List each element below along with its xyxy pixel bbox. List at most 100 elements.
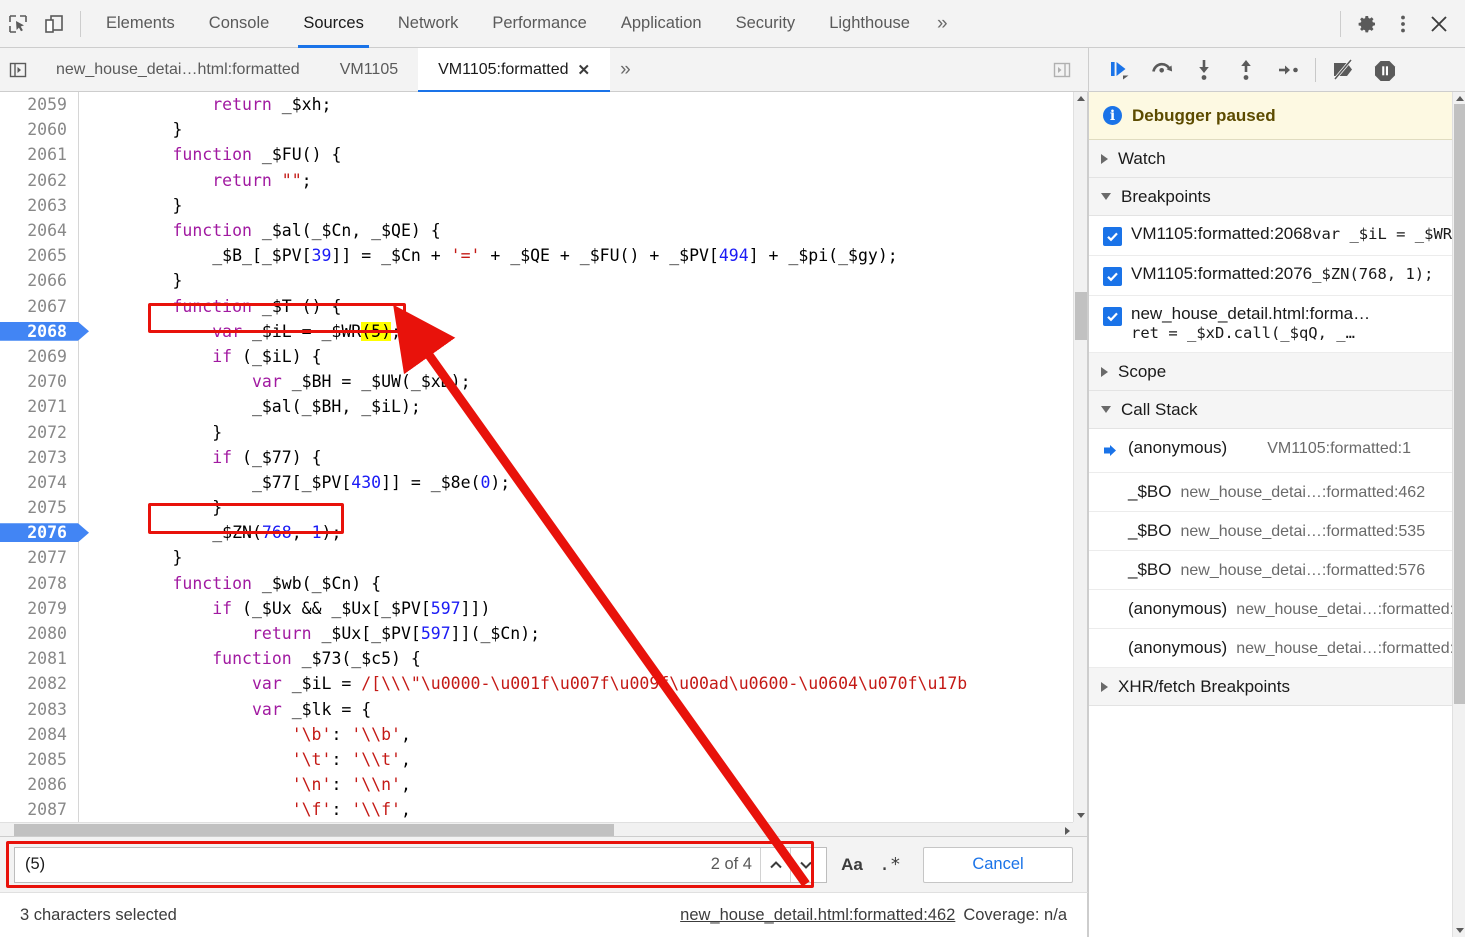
tab-application[interactable]: Application (604, 0, 719, 48)
tab-sources[interactable]: Sources (286, 0, 381, 48)
file-tab-new-house-detail[interactable]: new_house_detai…html:formatted (36, 48, 320, 92)
code-line-text[interactable]: if (_$77) { (79, 448, 321, 467)
code-line[interactable]: 2076 _$ZN(768, 1); (0, 520, 1073, 546)
step-over-icon[interactable] (1147, 55, 1177, 85)
breakpoint-location[interactable]: VM1105:formatted:2076 (1131, 264, 1312, 283)
code-line-text[interactable]: return ""; (79, 171, 311, 190)
line-number[interactable]: 2062 (0, 171, 78, 190)
line-number[interactable]: 2086 (0, 775, 78, 794)
code-line[interactable]: 2068 var _$iL = _$WR(5); (0, 318, 1073, 344)
code-line-text[interactable]: function _$T () { (79, 297, 341, 316)
tab-security[interactable]: Security (719, 0, 813, 48)
search-input[interactable] (25, 855, 711, 874)
code-lines-container[interactable]: 2059 return _$xh; 2060 } 2061 function _$F… (0, 92, 1073, 822)
code-line-text[interactable]: var _$iL = _$WR(5); (79, 321, 401, 341)
code-line[interactable]: 2078 function _$wb(_$Cn) { (0, 570, 1073, 596)
line-number[interactable]: 2065 (0, 246, 78, 265)
code-line[interactable]: 2059 return _$xh; (0, 92, 1073, 118)
sidebar-vscroll-thumb[interactable] (1454, 104, 1465, 704)
breakpoint-item[interactable]: VM1105:formatted:2076_$ZN(768, 1); (1089, 256, 1452, 296)
breakpoint-item[interactable]: VM1105:formatted:2068var _$iL = _$WR(5); (1089, 216, 1452, 256)
call-stack-location[interactable]: VM1105:formatted:1 (1227, 440, 1411, 457)
deactivate-breakpoints-icon[interactable] (1328, 55, 1358, 85)
code-line[interactable]: 2064 function _$al(_$Cn, _$QE) { (0, 217, 1073, 244)
call-stack-item[interactable]: _$BO new_house_detai…:formatted:462 (1089, 473, 1452, 512)
code-line[interactable]: 2061 function _$FU() { (0, 142, 1073, 168)
more-file-tabs-icon[interactable]: » (610, 59, 641, 81)
line-number[interactable]: 2064 (0, 221, 78, 240)
line-number[interactable]: 2080 (0, 624, 78, 643)
call-stack-location[interactable]: new_house_detai…:formatted:535 (1171, 523, 1425, 540)
code-line-text[interactable]: } (79, 120, 182, 139)
code-line[interactable]: 2069 if (_$iL) { (0, 343, 1073, 370)
line-number[interactable]: 2077 (0, 548, 78, 567)
code-line-text[interactable]: _$ZN(768, 1); (79, 523, 341, 542)
code-line[interactable]: 2079 if (_$Ux && _$Ux[_$PV[597]]) (0, 595, 1073, 621)
call-stack-location[interactable]: new_house_detai…:formatted:462 (1171, 484, 1425, 501)
call-stack-location[interactable]: new_house_detai…:formatted:576 (1171, 562, 1425, 579)
code-line-text[interactable]: if (_$Ux && _$Ux[_$PV[597]]) (79, 599, 490, 618)
code-line-text[interactable]: '\n': '\\n', (79, 775, 411, 794)
call-stack-location[interactable]: new_house_detai…:formatted:971 (1227, 640, 1452, 657)
line-number[interactable]: 2078 (0, 574, 78, 593)
code-line-text[interactable]: '\t': '\\t', (79, 750, 411, 769)
file-tab-close-icon[interactable]: ✕ (578, 61, 591, 79)
call-stack-location[interactable]: new_house_detai…:formatted:235 (1227, 601, 1452, 618)
file-tab-vm1105[interactable]: VM1105 (320, 48, 418, 92)
breakpoint-item[interactable]: new_house_detail.html:forma…ret = _$xD.c… (1089, 296, 1452, 353)
breakpoint-location[interactable]: VM1105:formatted:2068 (1131, 224, 1312, 243)
close-icon[interactable] (1421, 6, 1457, 42)
tab-elements[interactable]: Elements (89, 0, 192, 48)
line-number[interactable]: 2070 (0, 372, 78, 391)
line-number[interactable]: 2069 (0, 347, 78, 366)
editor-vscroll-thumb[interactable] (1075, 292, 1087, 340)
line-number[interactable]: 2067 (0, 297, 78, 316)
step-out-icon[interactable] (1231, 55, 1261, 85)
code-line-text[interactable]: } (79, 271, 182, 290)
code-line[interactable]: 2074 _$77[_$PV[430]] = _$8e(0); (0, 469, 1073, 495)
sidebar-scroll-up-icon[interactable] (1455, 96, 1464, 101)
code-line[interactable]: 2070 var _$BH = _$UW(_$xD); (0, 369, 1073, 395)
line-number[interactable]: 2072 (0, 423, 78, 442)
call-stack-item[interactable]: _$BO new_house_detai…:formatted:576 (1089, 551, 1452, 590)
call-stack-item[interactable]: (anonymous)new_house_detai…:formatted:97… (1089, 629, 1452, 668)
call-stack-item[interactable]: _$BO new_house_detai…:formatted:535 (1089, 512, 1452, 551)
inspect-element-icon[interactable] (0, 6, 36, 42)
code-line-text[interactable]: _$B_[_$PV[39]] = _$Cn + '=' + _$QE + _$F… (79, 246, 898, 265)
code-line-text[interactable]: _$77[_$PV[430]] = _$8e(0); (79, 473, 510, 492)
file-tab-vm1105-formatted[interactable]: VM1105:formatted ✕ (418, 47, 611, 93)
code-line-text[interactable]: '\b': '\\b', (79, 725, 411, 744)
line-number[interactable]: 2060 (0, 120, 78, 139)
code-line[interactable]: 2062 return ""; (0, 167, 1073, 193)
more-tabs-icon[interactable]: » (927, 13, 958, 35)
step-icon[interactable] (1273, 55, 1303, 85)
call-stack-item[interactable]: (anonymous) VM1105:formatted:1 (1089, 429, 1452, 473)
code-line-text[interactable]: function _$wb(_$Cn) { (79, 574, 381, 593)
code-line-text[interactable]: function _$73(_$c5) { (79, 649, 421, 668)
line-number[interactable]: 2061 (0, 145, 78, 164)
code-line-text[interactable]: var _$BH = _$UW(_$xD); (79, 372, 471, 391)
breakpoint-checkbox[interactable] (1103, 267, 1122, 286)
use-regex-button[interactable]: .* (871, 847, 909, 883)
scroll-down-arrow-icon[interactable] (1077, 813, 1085, 818)
device-toolbar-icon[interactable] (36, 6, 72, 42)
code-line[interactable]: 2082 var _$iL = /[\\\"\u0000-\u001f\u007… (0, 671, 1073, 697)
line-number[interactable]: 2085 (0, 750, 78, 769)
call-stack-item[interactable]: (anonymous)new_house_detai…:formatted:23… (1089, 590, 1452, 629)
code-line[interactable]: 2063 } (0, 192, 1073, 218)
code-line[interactable]: 2071 _$al(_$BH, _$iL); (0, 394, 1073, 420)
code-line[interactable]: 2086 '\n': '\\n', (0, 772, 1073, 798)
line-number[interactable]: 2082 (0, 674, 78, 693)
line-number[interactable]: 2074 (0, 473, 78, 492)
line-number[interactable]: 2075 (0, 498, 78, 517)
tab-network[interactable]: Network (381, 0, 476, 48)
search-next-button[interactable] (790, 847, 820, 882)
code-line[interactable]: 2072 } (0, 419, 1073, 445)
code-line-text[interactable]: } (79, 423, 222, 442)
cancel-button[interactable]: Cancel (923, 846, 1073, 883)
code-line[interactable]: 2060 } (0, 117, 1073, 143)
watch-section-header[interactable]: Watch (1089, 140, 1452, 178)
code-line-text[interactable]: } (79, 196, 182, 215)
breakpoints-section-header[interactable]: Breakpoints (1089, 178, 1452, 216)
code-editor[interactable]: 2059 return _$xh; 2060 } 2061 function _$F… (0, 92, 1088, 836)
